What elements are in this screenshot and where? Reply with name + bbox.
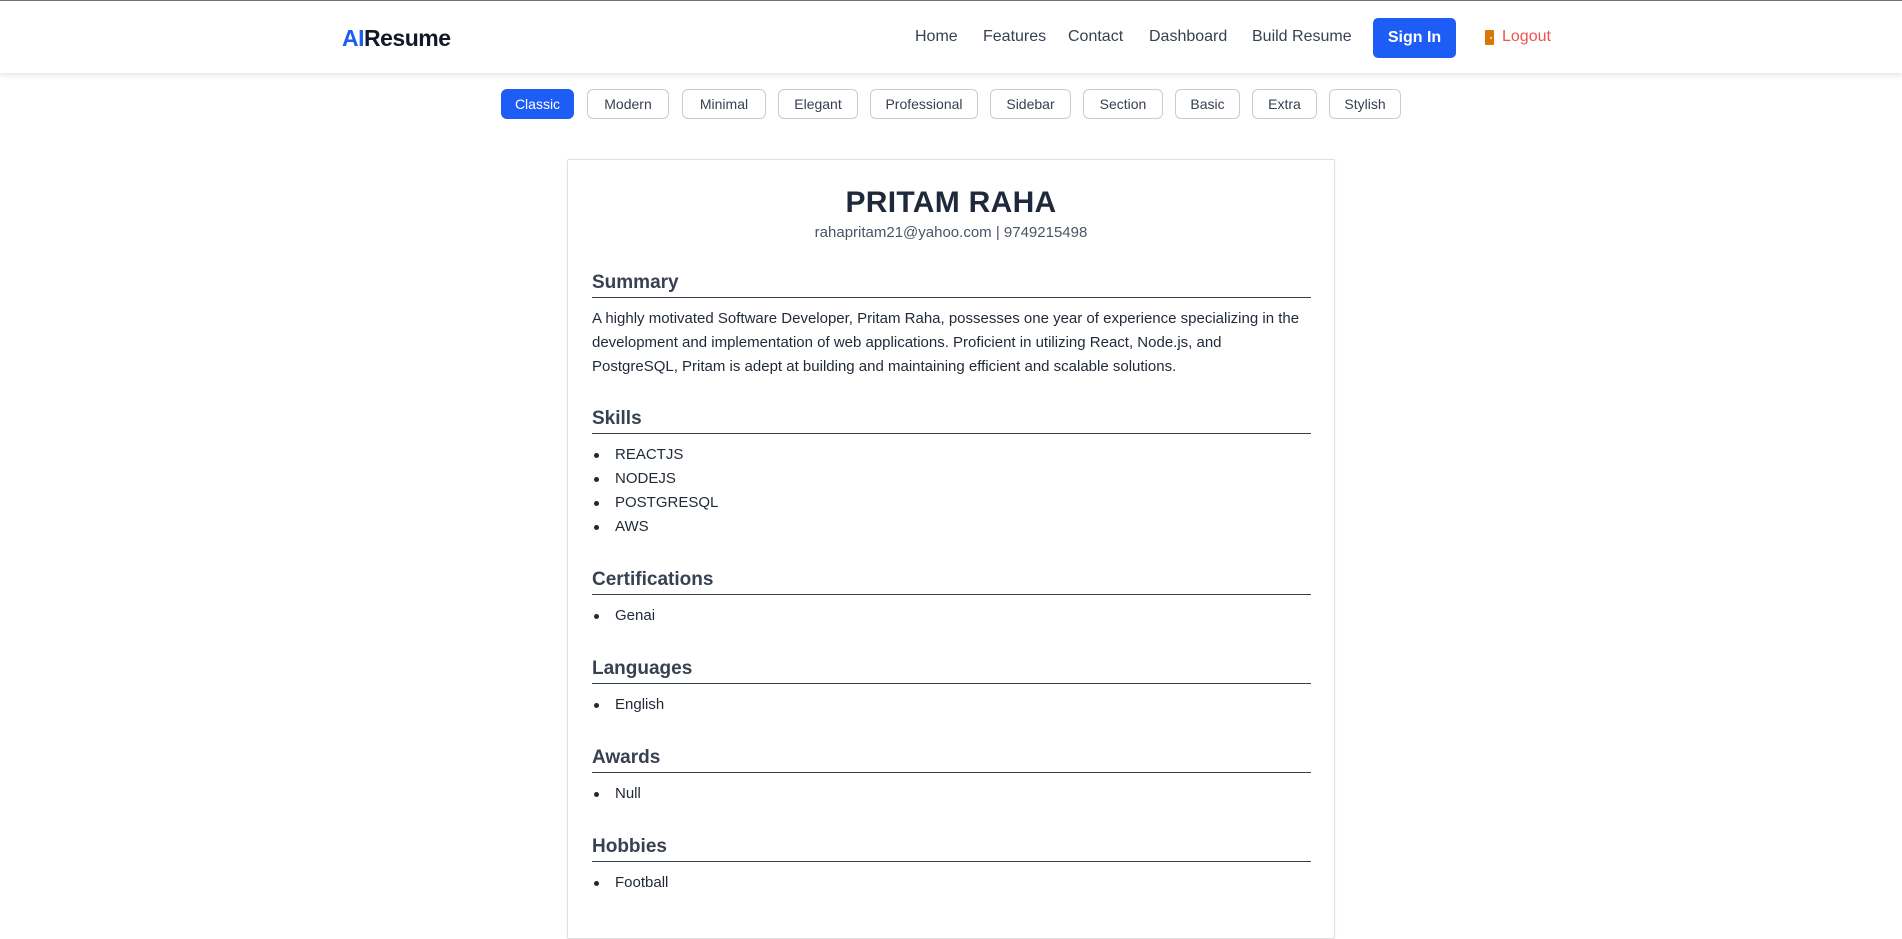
awards-list: Null — [592, 782, 1311, 806]
nav-link-home[interactable]: Home — [915, 28, 958, 46]
template-button-basic[interactable]: Basic — [1175, 89, 1240, 119]
certifications-heading: Certifications — [592, 569, 1311, 595]
nav-link-features[interactable]: Features — [983, 28, 1046, 46]
skills-list: REACTJS NODEJS POSTGRESQL AWS — [592, 443, 1311, 539]
template-button-stylish[interactable]: Stylish — [1329, 89, 1401, 119]
resume-name: PRITAM RAHA — [845, 186, 1057, 219]
skills-heading: Skills — [592, 408, 1311, 434]
resume-contact: rahapritam21@yahoo.com | 9749215498 — [814, 224, 1088, 241]
skill-item: NODEJS — [592, 467, 1311, 491]
template-button-minimal[interactable]: Minimal — [682, 89, 766, 119]
logo-resume-text: Resume — [364, 25, 451, 51]
template-button-classic[interactable]: Classic — [501, 89, 574, 119]
logo-ai-text: AI — [342, 25, 365, 51]
skill-item: AWS — [592, 515, 1311, 539]
awards-section: Awards Null — [592, 747, 1311, 806]
certifications-section: Certifications Genai — [592, 569, 1311, 628]
nav-link-build-resume[interactable]: Build Resume — [1252, 28, 1352, 46]
nav-link-contact[interactable]: Contact — [1068, 28, 1123, 46]
template-button-sidebar[interactable]: Sidebar — [990, 89, 1071, 119]
summary-heading: Summary — [592, 272, 1311, 298]
resume-preview: PRITAM RAHA rahapritam21@yahoo.com | 974… — [567, 159, 1335, 939]
sign-in-button[interactable]: Sign In — [1373, 18, 1456, 58]
template-button-elegant[interactable]: Elegant — [778, 89, 858, 119]
summary-section: Summary A highly motivated Software Deve… — [592, 272, 1311, 379]
logout-label: Logout — [1502, 28, 1551, 45]
template-button-professional[interactable]: Professional — [870, 89, 978, 119]
skill-item: REACTJS — [592, 443, 1311, 467]
languages-list: English — [592, 693, 1311, 717]
top-navbar: AIResume Home Features Contact Dashboard… — [0, 0, 1902, 73]
app-logo[interactable]: AIResume — [342, 25, 451, 52]
template-button-section[interactable]: Section — [1083, 89, 1163, 119]
awards-heading: Awards — [592, 747, 1311, 773]
nav-link-dashboard[interactable]: Dashboard — [1149, 28, 1227, 46]
template-button-modern[interactable]: Modern — [587, 89, 669, 119]
template-button-extra[interactable]: Extra — [1252, 89, 1317, 119]
hobbies-list: Football — [592, 871, 1311, 895]
certification-item: Genai — [592, 604, 1311, 628]
language-item: English — [592, 693, 1311, 717]
languages-heading: Languages — [592, 658, 1311, 684]
summary-text: A highly motivated Software Developer, P… — [592, 310, 1300, 375]
languages-section: Languages English — [592, 658, 1311, 717]
skills-section: Skills REACTJS NODEJS POSTGRESQL AWS — [592, 408, 1311, 539]
logout-button[interactable]: Logout — [1485, 28, 1551, 46]
award-item: Null — [592, 782, 1311, 806]
door-icon — [1485, 29, 1494, 45]
skill-item: POSTGRESQL — [592, 491, 1311, 515]
hobby-item: Football — [592, 871, 1311, 895]
hobbies-heading: Hobbies — [592, 836, 1311, 862]
certifications-list: Genai — [592, 604, 1311, 628]
hobbies-section: Hobbies Football — [592, 836, 1311, 895]
